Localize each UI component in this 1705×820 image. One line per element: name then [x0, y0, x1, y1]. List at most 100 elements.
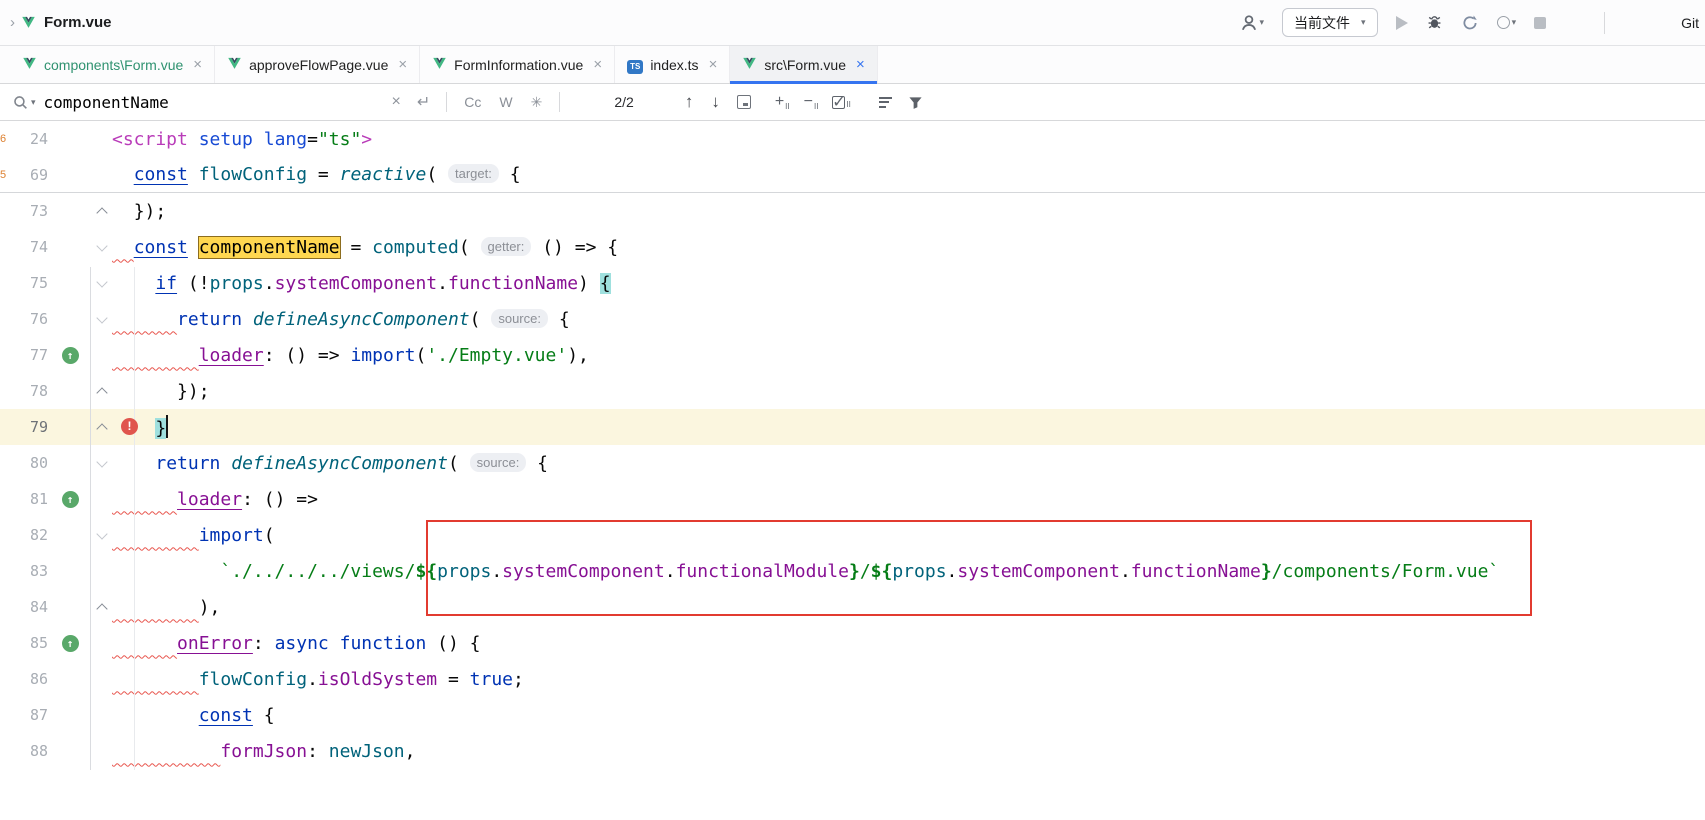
- open-in-find-window-icon[interactable]: [737, 95, 751, 109]
- line-number[interactable]: 79: [10, 418, 48, 436]
- fold-open-icon[interactable]: [96, 240, 107, 251]
- line-number[interactable]: 80: [10, 454, 48, 472]
- code-line-24[interactable]: 624<script setup lang="ts">: [0, 121, 1705, 157]
- line-number[interactable]: 69: [10, 166, 48, 184]
- more-run-options-icon[interactable]: ▾: [1497, 16, 1517, 29]
- code-line-78[interactable]: 78 });: [0, 373, 1705, 409]
- fold-open-icon[interactable]: [96, 276, 107, 287]
- search-input[interactable]: [44, 93, 384, 112]
- code-text: return defineAsyncComponent( source: {: [112, 453, 1705, 474]
- line-number[interactable]: 85: [10, 634, 48, 652]
- tab-forminformation-vue[interactable]: FormInformation.vue×: [420, 46, 615, 83]
- previous-match-icon[interactable]: ↑: [685, 92, 694, 112]
- code-token: import: [350, 345, 415, 366]
- tab-close-icon[interactable]: ×: [193, 56, 202, 73]
- code-line-80[interactable]: 80 return defineAsyncComponent( source: …: [0, 445, 1705, 481]
- line-number[interactable]: 74: [10, 238, 48, 256]
- code-line-73[interactable]: 73 });: [0, 193, 1705, 229]
- stop-icon[interactable]: [1534, 17, 1546, 29]
- search-icon[interactable]: [12, 94, 29, 111]
- editor[interactable]: 624<script setup lang="ts">569 const flo…: [0, 121, 1705, 769]
- user-icon[interactable]: ▾: [1240, 14, 1265, 32]
- fold-open-icon[interactable]: [96, 312, 107, 323]
- next-match-icon[interactable]: ↓: [711, 92, 720, 112]
- code-line-75[interactable]: 75 if (!props.systemComponent.functionNa…: [0, 265, 1705, 301]
- code-token: isOldSystem: [318, 669, 437, 690]
- code-line-87[interactable]: 87 const {: [0, 697, 1705, 733]
- debug-icon[interactable]: [1426, 14, 1443, 31]
- git-menu[interactable]: Git: [1681, 15, 1699, 31]
- code-line-88[interactable]: 88 formJson: newJson,: [0, 733, 1705, 769]
- code-token: {: [607, 237, 618, 258]
- error-icon[interactable]: !: [121, 418, 138, 435]
- code-token: functionalModule: [676, 561, 849, 582]
- select-all-occurrences-icon[interactable]: ✓II: [832, 96, 850, 109]
- fold-end-icon[interactable]: [96, 207, 107, 218]
- code-token: [188, 164, 199, 185]
- line-number[interactable]: 84: [10, 598, 48, 616]
- tab-index-ts[interactable]: TSindex.ts×: [615, 46, 730, 83]
- add-occurrence-icon[interactable]: +II: [775, 93, 790, 111]
- code-line-81[interactable]: 81↑ loader: () =>: [0, 481, 1705, 517]
- run-config-combo[interactable]: 当前文件 ▾: [1282, 8, 1378, 37]
- tab-src-form-vue[interactable]: src\Form.vue ×: [730, 46, 877, 83]
- chevron-right-icon[interactable]: ›: [10, 14, 15, 31]
- fold-end-icon[interactable]: [96, 423, 107, 434]
- line-number[interactable]: 82: [10, 526, 48, 544]
- code-line-77[interactable]: 77↑ loader: () => import('./Empty.vue'),: [0, 337, 1705, 373]
- code-line-86[interactable]: 86 flowConfig.isOldSystem = true;: [0, 661, 1705, 697]
- words-toggle[interactable]: W: [499, 94, 512, 110]
- line-number[interactable]: 81: [10, 490, 48, 508]
- code-line-69[interactable]: 569 const flowConfig = reactive( target:…: [0, 157, 1705, 193]
- remove-occurrence-icon[interactable]: −II: [804, 93, 819, 111]
- code-token: const: [134, 237, 188, 258]
- clear-search-icon[interactable]: ×: [392, 93, 401, 111]
- fold-open-icon[interactable]: [96, 456, 107, 467]
- code-token: :: [307, 741, 329, 762]
- search-history-dropdown-icon[interactable]: ▾: [31, 97, 36, 108]
- line-number[interactable]: 78: [10, 382, 48, 400]
- fold-end-icon[interactable]: [96, 603, 107, 614]
- tab-label: src\Form.vue: [764, 57, 846, 73]
- line-number[interactable]: 76: [10, 310, 48, 328]
- navigate-up-icon[interactable]: ↑: [62, 491, 79, 508]
- parameter-hint: target:: [448, 164, 499, 183]
- match-case-toggle[interactable]: Cc: [464, 94, 481, 110]
- line-number[interactable]: 24: [10, 130, 48, 148]
- filter-icon[interactable]: [908, 95, 923, 110]
- tab-close-icon[interactable]: ×: [398, 56, 407, 73]
- navigate-up-icon[interactable]: ↑: [62, 347, 79, 364]
- line-number[interactable]: 88: [10, 742, 48, 760]
- filter-lines-icon[interactable]: [879, 94, 892, 110]
- tab-approveflowpage-vue[interactable]: approveFlowPage.vue×: [215, 46, 420, 83]
- code-line-76[interactable]: 76 return defineAsyncComponent( source: …: [0, 301, 1705, 337]
- line-number[interactable]: 77: [10, 346, 48, 364]
- tab-components-form-vue[interactable]: components\Form.vue×: [10, 46, 215, 83]
- regex-toggle[interactable]: ✳: [531, 94, 543, 111]
- navigate-up-icon[interactable]: ↑: [62, 635, 79, 652]
- tab-close-icon[interactable]: ×: [856, 56, 865, 73]
- code-line-79[interactable]: 79 }!: [0, 409, 1705, 445]
- fold-end-icon[interactable]: [96, 387, 107, 398]
- code-line-84[interactable]: 84 ),: [0, 589, 1705, 625]
- line-number[interactable]: 83: [10, 562, 48, 580]
- code-line-85[interactable]: 85↑ onError: async function () {: [0, 625, 1705, 661]
- code-token: [112, 741, 220, 762]
- tab-close-icon[interactable]: ×: [593, 56, 602, 73]
- line-number[interactable]: 75: [10, 274, 48, 292]
- line-number[interactable]: 73: [10, 202, 48, 220]
- profiler-icon[interactable]: [1461, 14, 1479, 32]
- code-line-74[interactable]: 74 const componentName = computed( gette…: [0, 229, 1705, 265]
- line-number[interactable]: 86: [10, 670, 48, 688]
- code-line-82[interactable]: 82 import(: [0, 517, 1705, 553]
- code-token: [548, 309, 559, 330]
- fold-open-icon[interactable]: [96, 528, 107, 539]
- parameter-hint: source:: [470, 453, 527, 472]
- code-token: systemComponent: [275, 273, 438, 294]
- code-line-83[interactable]: 83 `./../../../views/${props.systemCompo…: [0, 553, 1705, 589]
- tab-close-icon[interactable]: ×: [709, 56, 718, 73]
- line-number[interactable]: 87: [10, 706, 48, 724]
- user-dropdown-icon[interactable]: ▾: [1260, 17, 1265, 28]
- run-icon[interactable]: [1396, 16, 1408, 30]
- newline-icon[interactable]: ↵: [417, 92, 430, 112]
